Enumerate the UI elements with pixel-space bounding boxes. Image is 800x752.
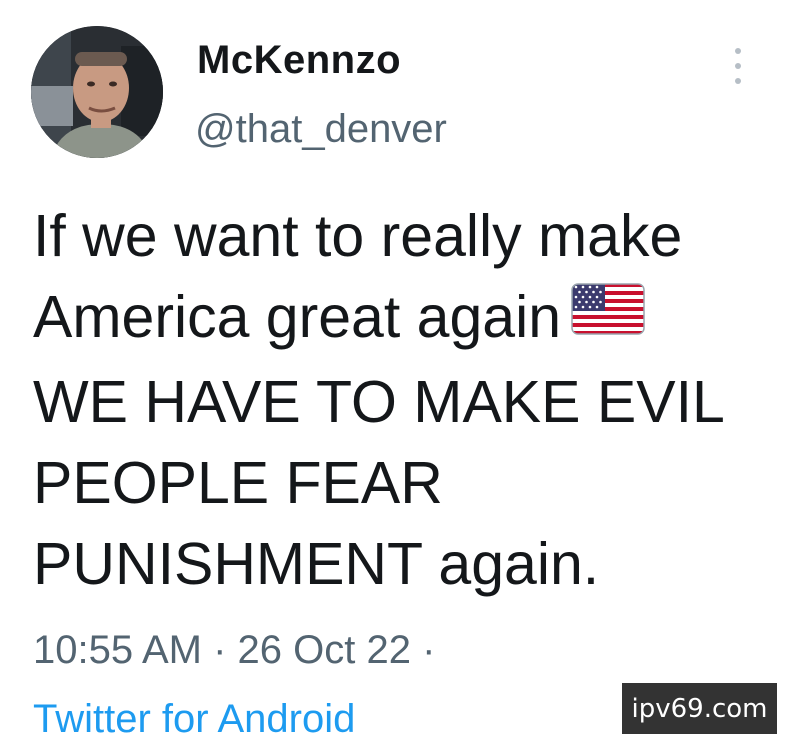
tweet-line: If we want to really make <box>33 203 683 269</box>
avatar[interactable] <box>31 26 163 158</box>
tweet-timestamp[interactable]: 10:55 AM · 26 Oct 22 · <box>33 628 435 673</box>
tweet-line: WE HAVE TO MAKE EVIL <box>33 368 725 435</box>
menu-dot <box>735 48 741 54</box>
tweet-line: PUNISHMENT again. <box>33 530 600 597</box>
tweet-text: If we want to really make America great … <box>33 196 773 605</box>
avatar-photo <box>31 26 163 158</box>
watermark: ipv69.com <box>622 683 777 734</box>
more-options-icon[interactable] <box>728 48 748 84</box>
tweet-line: America great again <box>33 284 562 350</box>
tweet-source-link[interactable]: Twitter for Android <box>33 697 355 742</box>
tweet-line: PEOPLE FEAR <box>33 449 443 516</box>
user-handle[interactable]: @that_denver <box>195 107 447 152</box>
tweet-line-with-flag: America great again <box>33 277 773 362</box>
menu-dot <box>735 78 741 84</box>
display-name[interactable]: McKennzo <box>197 38 401 83</box>
menu-dot <box>735 63 741 69</box>
us-flag-icon <box>571 275 645 356</box>
